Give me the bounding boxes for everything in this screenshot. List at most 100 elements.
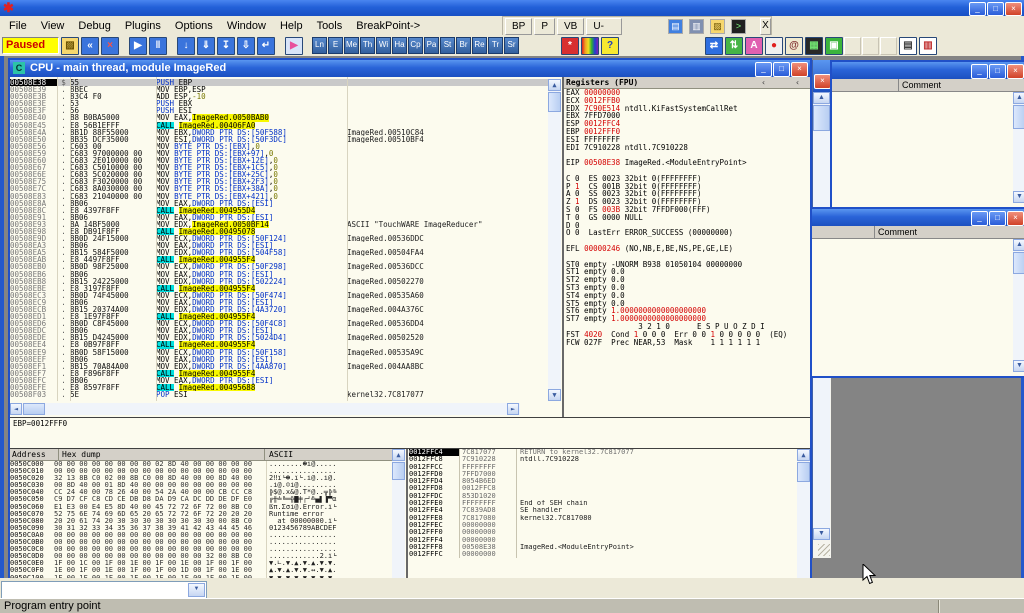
side-window-top[interactable]: _ □ × Comment ▲ ▼ — [830, 60, 1024, 209]
disassembly-hscrollbar[interactable]: ◄ ► — [10, 403, 520, 415]
disasm-row[interactable]: 00508EB8.8B15 24225000MOV EDX,DWORD PTR … — [10, 278, 548, 285]
disasm-row[interactable]: 00508EE9.8B0D 58F15000MOV ECX,DWORD PTR … — [10, 349, 548, 356]
maximize-button[interactable]: □ — [989, 64, 1006, 79]
hexdump-row[interactable]: 0050C02032 13 8B C0 02 00 8B C0 00 8D 40… — [10, 475, 392, 482]
scroll-up-arrow[interactable]: ▲ — [392, 449, 405, 461]
scrollbar-thumb[interactable] — [23, 403, 45, 415]
hexdump-row[interactable]: 0050C0E01F 00 1C 00 1F 00 1E 00 1F 00 1E… — [10, 560, 392, 567]
disasm-row[interactable]: 00508E3E.53PUSH EBX — [10, 100, 548, 107]
run-button[interactable]: ▶ — [129, 37, 147, 55]
disasm-row[interactable]: 00508E7C.C683 8A030000 00MOV BYTE PTR DS… — [10, 185, 548, 192]
disasm-row[interactable]: 00508E38$55PUSH EBP — [10, 79, 548, 86]
execute-till-return-button[interactable]: ↵ — [257, 37, 275, 55]
stack-pane[interactable]: 0012FFC47C817077RETURN to kernel32.7C817… — [409, 449, 797, 578]
panel-button-pa[interactable]: Pa — [424, 37, 439, 54]
side-window-top-titlebar[interactable]: _ □ × — [832, 62, 1024, 79]
panel-button-re[interactable]: Re — [472, 37, 487, 54]
panel-button-wi[interactable]: Wi — [376, 37, 391, 54]
register-line[interactable]: EFL 00000246 (NO,NB,E,BE,NS,PE,GE,LE) — [564, 245, 810, 253]
menu-item-breakpoint[interactable]: BreakPoint-> — [349, 20, 427, 32]
window-button[interactable]: ▣ — [825, 37, 843, 55]
disasm-row[interactable]: 00508EDE.8B15 D4245000MOV EDX,DWORD PTR … — [10, 334, 548, 341]
menu-item-window[interactable]: Window — [220, 20, 273, 32]
panel-split-button[interactable]: ▥ — [919, 37, 937, 55]
minimize-button[interactable]: _ — [971, 64, 988, 79]
scrollbar-thumb[interactable] — [797, 462, 810, 482]
disassembly-pane[interactable]: 00508E38$55PUSH EBP00508E39.8BECMOV EBP,… — [10, 79, 548, 401]
animate-into-button[interactable]: ↧ — [217, 37, 235, 55]
hexdump-row[interactable]: 0050C0C000 00 00 00 00 00 00 00 00 00 00… — [10, 546, 392, 553]
column-header[interactable]: Comment — [812, 226, 1024, 239]
help-button[interactable]: ? — [601, 37, 619, 55]
disasm-row[interactable]: 00508E9D.8B0D 24F15000MOV ECX,DWORD PTR … — [10, 235, 548, 242]
hex-dump-pane[interactable]: 0050C00000 00 00 00 00 00 00 00 02 8D 40… — [10, 461, 392, 578]
go-to-address-button[interactable]: ▶ — [285, 37, 303, 55]
disasm-row[interactable]: 00508EC3.8B0D 74F45000MOV ECX,DWORD PTR … — [10, 292, 548, 299]
pause-button[interactable]: ‖ — [149, 37, 167, 55]
disasm-row[interactable]: 00508E6E.C683 5C020000 00MOV BYTE PTR DS… — [10, 171, 548, 178]
plugin-button-ubpm[interactable]: U-BPM — [586, 18, 622, 35]
panel-button-cp[interactable]: Cp — [408, 37, 423, 54]
plugin-button-bp[interactable]: BP — [505, 18, 532, 35]
options-gear-button[interactable]: * — [561, 37, 579, 55]
disasm-row[interactable]: 00508EC9.8B06MOV EAX,DWORD PTR DS:[ESI] — [10, 299, 548, 306]
disassembly-scrollbar[interactable]: ▲ ▼ — [548, 79, 561, 401]
disasm-row[interactable]: 00508ED6.8B0D C8F45000MOV ECX,DWORD PTR … — [10, 320, 548, 327]
scroll-up-arrow[interactable]: ▲ — [1013, 239, 1024, 251]
dump-scrollbar[interactable]: ▲ — [392, 449, 405, 578]
disasm-row[interactable]: 00508E75.C683 F3020000 00MOV BYTE PTR DS… — [10, 178, 548, 185]
comment-column-header[interactable]: Comment — [874, 226, 917, 238]
notes-icon[interactable]: ▤ — [668, 19, 683, 34]
close-program-button[interactable]: × — [101, 37, 119, 55]
stack-scrollbar[interactable]: ▲ — [797, 449, 810, 578]
minimize-button[interactable]: _ — [969, 2, 986, 16]
record-button[interactable]: ● — [765, 37, 783, 55]
disasm-row[interactable]: 00508EE4.E8 0B97F8FFCALL ImageRed.004955… — [10, 341, 548, 348]
menu-item-file[interactable]: File — [2, 20, 34, 32]
disasm-row[interactable]: 00508E59.C683 97000000 00MOV BYTE PTR DS… — [10, 150, 548, 157]
disasm-row[interactable]: 00508E93.BA 14BF5000MOV EDX,ImageRed.005… — [10, 221, 548, 228]
cpu-titlebar[interactable]: C CPU - main thread, module ImageRed _ □… — [10, 60, 810, 77]
scroll-down-arrow[interactable]: ▼ — [813, 528, 830, 540]
register-line[interactable]: EDI 7C910228 ntdll.7C910228 — [564, 144, 810, 152]
hexdump-row[interactable]: 0050C050C9 D7 CF C8 CD CE DB D8 DA D9 CA… — [10, 496, 392, 503]
swap-panes-button[interactable]: ⇄ — [705, 37, 723, 55]
disasm-row[interactable]: 00508EAB.E8 4497F8FFCALL ImageRed.004955… — [10, 256, 548, 263]
scrollbar-thumb[interactable] — [813, 105, 830, 131]
disasm-row[interactable]: 00508E45.E8 56B1EFFFCALL ImageRed.00406F… — [10, 122, 548, 129]
disasm-row[interactable]: 00508EF7.E8 F896F8FFCALL ImageRed.004955… — [10, 370, 548, 377]
menu-item-view[interactable]: View — [34, 20, 72, 32]
step-into-button[interactable]: ↓ — [177, 37, 195, 55]
disasm-row[interactable]: 00508E3F.56PUSH ESI — [10, 107, 548, 114]
disasm-row[interactable]: 00508EEF.8B06MOV EAX,DWORD PTR DS:[ESI] — [10, 356, 548, 363]
hexdump-row[interactable]: 0050C00000 00 00 00 00 00 00 00 02 8D 40… — [10, 461, 392, 468]
hexdump-row[interactable]: 0050C0F01E 00 1F 00 1E 00 1F 00 1F 00 1D… — [10, 567, 392, 574]
disasm-row[interactable]: 00508E67.C683 C5010000 00MOV BYTE PTR DS… — [10, 164, 548, 171]
disasm-row[interactable]: 00508EF1.8B15 70A84A00MOV EDX,DWORD PTR … — [10, 363, 548, 370]
panel-button-e[interactable]: E — [328, 37, 343, 54]
open-file-button[interactable]: ▨ — [61, 37, 79, 55]
scroll-down-arrow[interactable]: ▼ — [1013, 360, 1024, 372]
disasm-row[interactable]: 00508EA3.8B06MOV EAX,DWORD PTR DS:[ESI] — [10, 242, 548, 249]
close-button[interactable]: × — [1007, 64, 1024, 79]
maximize-button[interactable]: □ — [773, 62, 790, 77]
minimize-button[interactable]: _ — [755, 62, 772, 77]
scroll-right-arrow[interactable]: ► — [507, 403, 519, 415]
scrollbar-thumb[interactable] — [548, 92, 561, 112]
updown-button[interactable]: ⇅ — [725, 37, 743, 55]
main-titlebar[interactable]: ✱ _ □ × — [0, 0, 1024, 16]
disasm-row[interactable]: 00508EB6.8B06MOV EAX,DWORD PTR DS:[ESI] — [10, 271, 548, 278]
close-button[interactable]: × — [1005, 2, 1022, 16]
info-pane[interactable]: EBP=0012FFF0 — [10, 417, 810, 448]
scrollbar-thumb[interactable] — [392, 462, 405, 480]
column-divider[interactable] — [347, 77, 348, 401]
panel-button-me[interactable]: Me — [344, 37, 359, 54]
menu-item-debug[interactable]: Debug — [71, 20, 117, 32]
disasm-row[interactable]: 00508ECB.8B15 20374A00MOV EDX,DWORD PTR … — [10, 306, 548, 313]
restore-button[interactable]: □ — [987, 2, 1004, 16]
disasm-row[interactable]: 00508E50.8B35 DCF35000MOV ESI,DWORD PTR … — [10, 136, 548, 143]
disasm-row[interactable]: 00508EFE.E8 8597F8FFCALL ImageRed.004956… — [10, 384, 548, 391]
scroll-up-arrow[interactable]: ▲ — [797, 449, 810, 461]
disasm-row[interactable]: 00508EA5.8B15 584F5000MOV EDX,DWORD PTR … — [10, 249, 548, 256]
menu-item-plugins[interactable]: Plugins — [118, 20, 168, 32]
